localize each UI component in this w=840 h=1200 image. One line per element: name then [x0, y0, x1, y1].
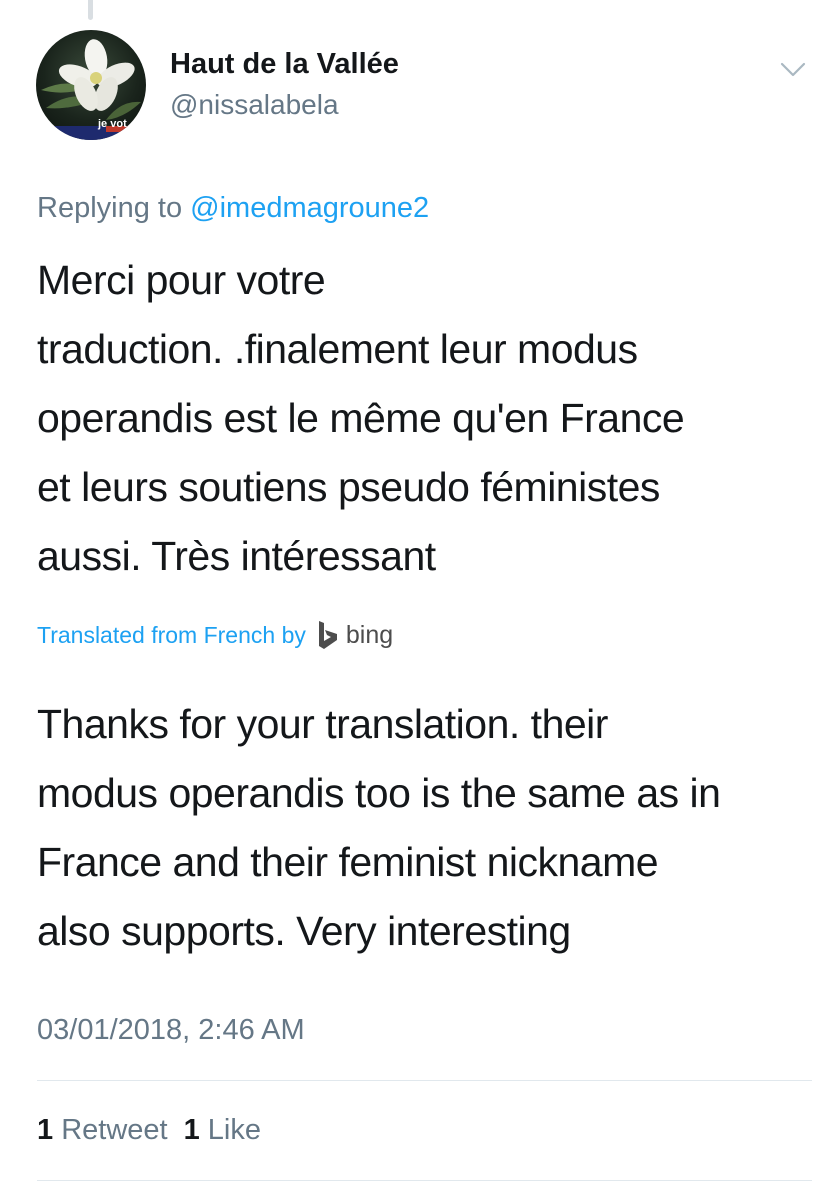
translation-label: Translated from French by — [37, 621, 306, 648]
translated-text-line: France and their feminist nickname — [37, 839, 659, 885]
divider — [37, 1180, 812, 1181]
like-label: Like — [207, 1114, 261, 1146]
tweet-text-line: et leurs soutiens pseudo féministes — [37, 464, 660, 510]
divider — [37, 1080, 812, 1081]
tweet-text-line: aussi. Très intéressant — [37, 533, 436, 579]
like-count: 1 — [183, 1114, 200, 1146]
chevron-down-icon[interactable] — [776, 56, 810, 82]
tweet-text-line: Merci pour votre — [37, 257, 326, 303]
translation-attribution[interactable]: Translated from French by bing — [37, 620, 393, 650]
retweet-count: 1 — [37, 1114, 54, 1146]
author-handle[interactable]: @nissalabela — [170, 89, 339, 121]
thread-connector-line — [88, 0, 93, 20]
replying-prefix: Replying to — [37, 192, 183, 224]
tweet-timestamp[interactable]: 03/01/2018, 2:46 AM — [37, 1014, 305, 1047]
retweet-label: Retweet — [61, 1114, 168, 1146]
tweet-text-line: traduction. .finalement leur modus — [37, 326, 638, 372]
bing-logo-icon — [318, 621, 337, 649]
avatar-flower-image — [36, 39, 146, 140]
replying-to-line: Replying to @imedmagroune2 — [37, 192, 429, 225]
author-name[interactable]: Haut de la Vallée — [170, 48, 399, 81]
tweet-stats: 1 Retweet 1 Like — [37, 1114, 261, 1147]
tweet-text-line: operandis est le même qu'en France — [37, 395, 685, 441]
translation-provider: bing — [345, 620, 394, 649]
translated-text-line: Thanks for your translation. their — [37, 701, 608, 747]
avatar-caption: je vot — [98, 118, 127, 130]
tweet-text: Merci pour votre traduction. .finalement… — [37, 246, 817, 591]
translated-text: Thanks for your translation. their modus… — [37, 690, 827, 966]
avatar[interactable]: je vot — [36, 30, 146, 140]
retweet-stat[interactable]: 1 Retweet — [37, 1114, 168, 1146]
like-stat[interactable]: 1 Like — [184, 1114, 261, 1146]
replying-to-mention[interactable]: @imedmagroune2 — [190, 192, 429, 224]
translated-text-line: also supports. Very interesting — [37, 908, 571, 954]
translated-text-line: modus operandis too is the same as in — [37, 770, 721, 816]
